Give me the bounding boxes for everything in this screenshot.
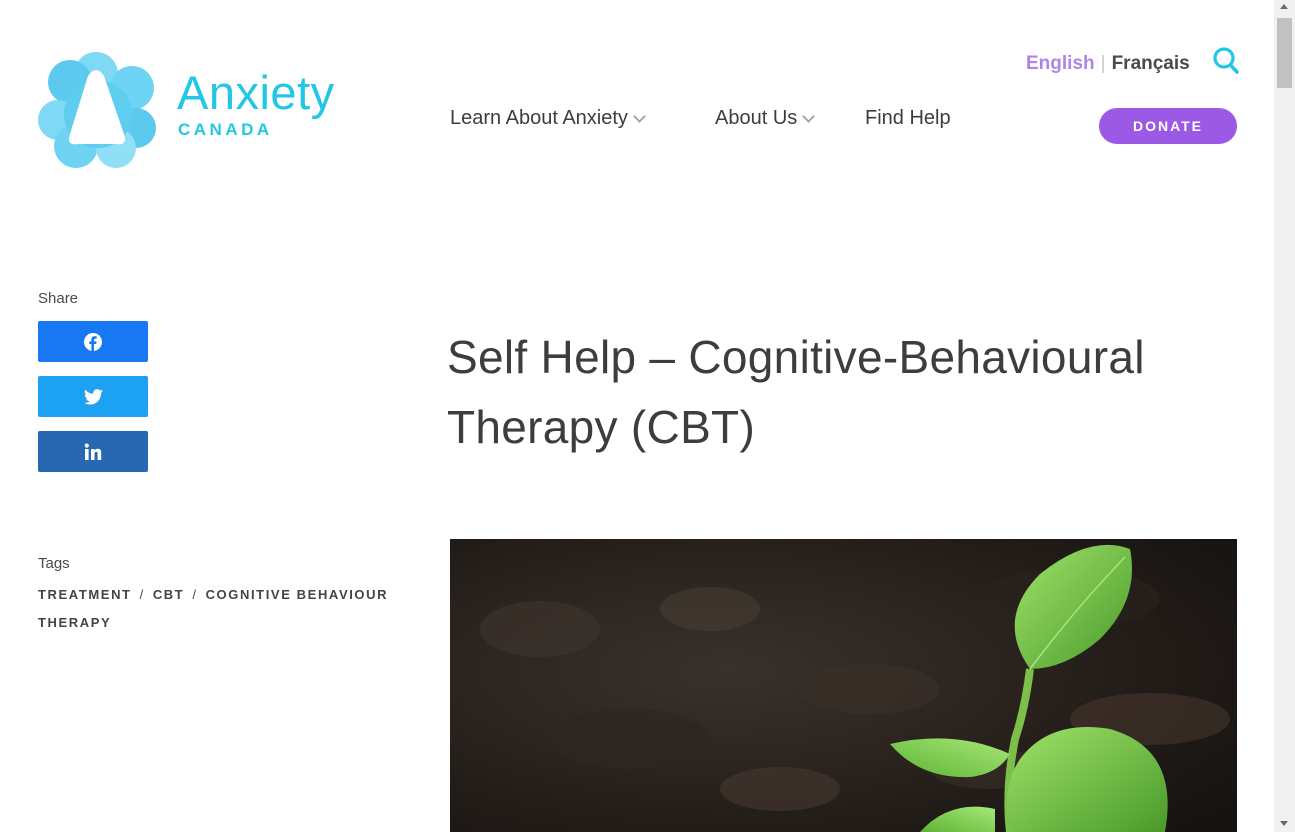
- language-switcher: English | Français: [1026, 53, 1190, 75]
- nav-item-label: About Us: [715, 107, 798, 129]
- nav-item-label: Find Help: [865, 107, 951, 129]
- tag-link[interactable]: CBT: [153, 587, 185, 602]
- tag-separator: /: [139, 587, 145, 602]
- nav-item-label: Learn About Anxiety: [450, 107, 628, 129]
- scroll-down-arrow-icon[interactable]: [1280, 821, 1288, 826]
- lang-separator: |: [1100, 53, 1106, 74]
- nav-learn-about-anxiety[interactable]: Learn About Anxiety: [450, 107, 646, 129]
- linkedin-icon: [84, 443, 102, 460]
- page-title: Self Help – Cognitive-Behavioural Therap…: [447, 331, 1145, 453]
- share-linkedin-button[interactable]: [38, 431, 148, 472]
- logo-subtitle: CANADA: [178, 120, 273, 139]
- scrollbar-thumb[interactable]: [1277, 18, 1292, 88]
- donate-button[interactable]: DONATE: [1099, 108, 1237, 144]
- facebook-icon: [84, 332, 102, 351]
- share-twitter-button[interactable]: [38, 376, 148, 417]
- chevron-down-icon: [633, 110, 646, 123]
- tags-label: Tags: [38, 555, 70, 572]
- hero-image: [450, 539, 1237, 832]
- tag-separator: /: [192, 587, 198, 602]
- nav-find-help[interactable]: Find Help: [865, 107, 951, 129]
- share-facebook-button[interactable]: [38, 321, 148, 362]
- logo-wordmark: Anxiety: [177, 66, 335, 119]
- lang-english-link[interactable]: English: [1026, 53, 1095, 74]
- twitter-icon: [83, 388, 103, 405]
- chevron-down-icon: [802, 110, 816, 123]
- share-label: Share: [38, 290, 79, 307]
- scroll-up-arrow-icon[interactable]: [1280, 4, 1288, 9]
- logo-mark-icon: [38, 52, 156, 168]
- tags-list: TREATMENT / CBT / COGNITIVE BEHAVIOUR THERAP…: [38, 581, 418, 637]
- lang-french-link[interactable]: Français: [1112, 53, 1190, 74]
- nav-about-us[interactable]: About Us: [715, 107, 816, 129]
- page-scrollbar[interactable]: [1274, 0, 1295, 832]
- seedling-image-icon: [450, 539, 1237, 832]
- site-logo[interactable]: Anxiety CANADA: [38, 48, 368, 170]
- tag-link[interactable]: TREATMENT: [38, 587, 132, 602]
- search-icon[interactable]: [1212, 46, 1240, 76]
